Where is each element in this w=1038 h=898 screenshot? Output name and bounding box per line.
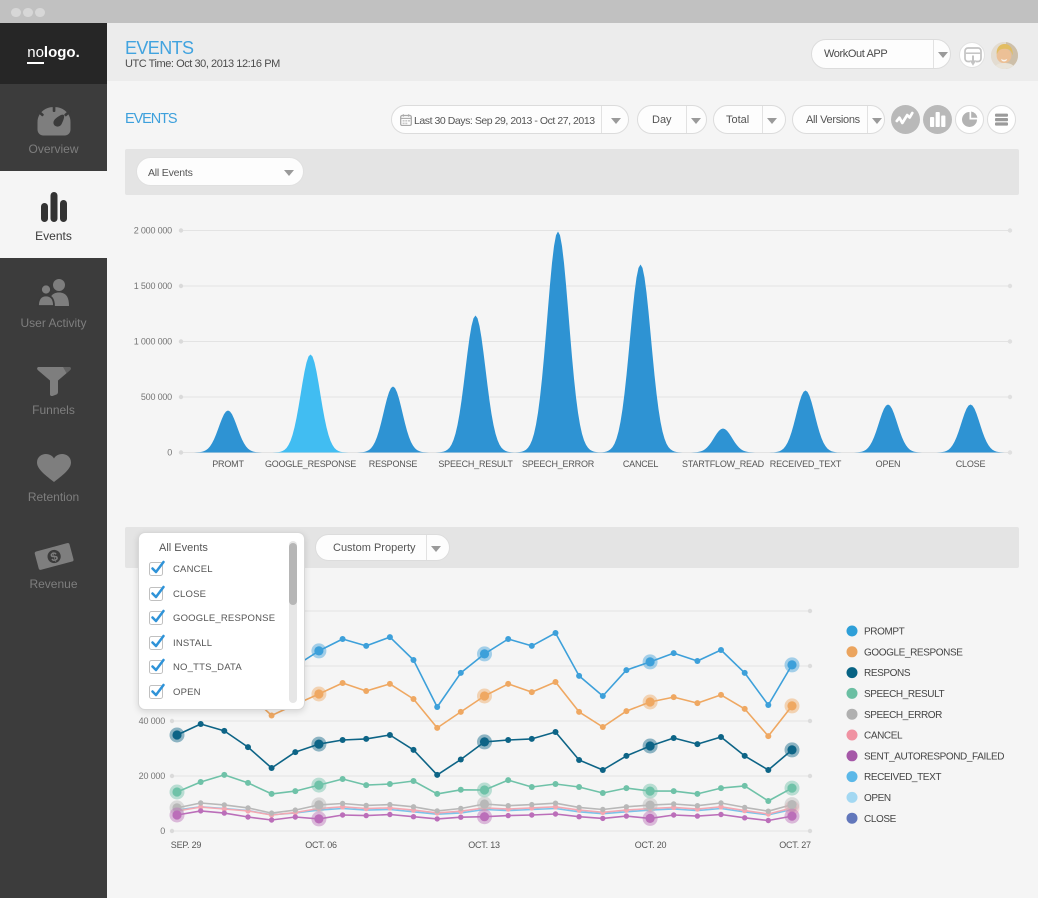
svg-text:40 000: 40 000	[139, 716, 166, 726]
svg-text:OPEN: OPEN	[876, 459, 901, 469]
svg-text:PROMT: PROMT	[212, 459, 244, 469]
svg-text:CANCEL: CANCEL	[864, 731, 903, 742]
svg-text:1 000 000: 1 000 000	[134, 337, 172, 347]
svg-text:OCT. 20: OCT. 20	[635, 840, 667, 850]
svg-text:RECEIVED_TEXT: RECEIVED_TEXT	[770, 459, 842, 469]
svg-text:SPEECH_RESULT: SPEECH_RESULT	[864, 689, 944, 700]
svg-text:20 000: 20 000	[139, 771, 166, 781]
svg-text:SEP. 29: SEP. 29	[171, 840, 202, 850]
svg-text:0: 0	[167, 448, 172, 458]
svg-text:GOOGLE_RESPONSE: GOOGLE_RESPONSE	[864, 647, 963, 658]
svg-text:GOOGLE_RESPONSE: GOOGLE_RESPONSE	[265, 459, 356, 469]
svg-text:OCT. 27: OCT. 27	[779, 840, 811, 850]
svg-text:SENT_AUTORESPOND_FAILED: SENT_AUTORESPOND_FAILED	[864, 751, 1004, 762]
svg-text:CANCEL: CANCEL	[623, 459, 659, 469]
svg-text:RESPONSE: RESPONSE	[369, 459, 418, 469]
svg-text:1 500 000: 1 500 000	[134, 281, 172, 291]
svg-text:OCT. 06: OCT. 06	[305, 840, 337, 850]
svg-text:CLOSE: CLOSE	[956, 459, 986, 469]
svg-text:PROMPT: PROMPT	[864, 627, 905, 638]
svg-text:RESPONS: RESPONS	[864, 668, 911, 679]
svg-text:0: 0	[160, 826, 165, 836]
svg-text:500 000: 500 000	[141, 392, 172, 402]
svg-text:2 000 000: 2 000 000	[134, 226, 172, 236]
svg-text:SPEECH_ERROR: SPEECH_ERROR	[522, 459, 595, 469]
svg-text:CLOSE: CLOSE	[864, 814, 897, 825]
svg-text:OCT. 13: OCT. 13	[468, 840, 500, 850]
svg-text:SPEECH_RESULT: SPEECH_RESULT	[438, 459, 513, 469]
svg-text:OPEN: OPEN	[864, 793, 891, 804]
svg-text:SPEECH_ERROR: SPEECH_ERROR	[864, 710, 942, 721]
svg-text:STARTFLOW_READ: STARTFLOW_READ	[682, 459, 765, 469]
svg-text:RECEIVED_TEXT: RECEIVED_TEXT	[864, 772, 941, 783]
